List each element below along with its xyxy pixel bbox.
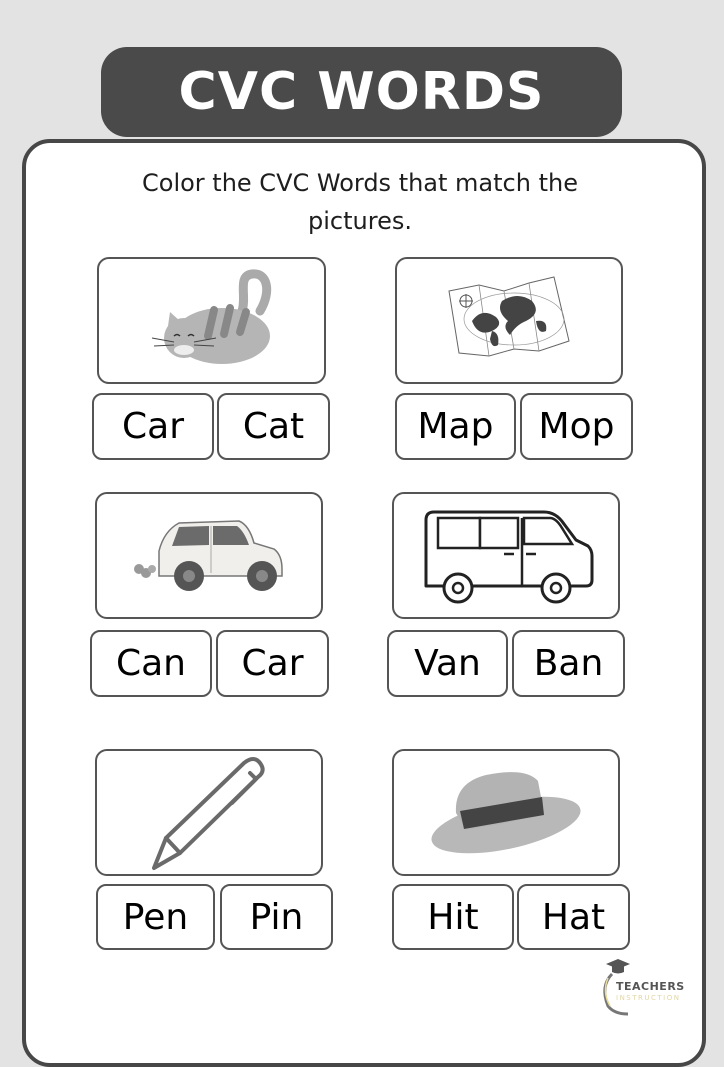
teachers-instruction-logo: TEACHERS INSTRUCTION xyxy=(598,956,698,1016)
word-option[interactable]: Ban xyxy=(512,630,625,697)
picture-cat xyxy=(97,257,326,384)
logo-line1: TEACHERS xyxy=(616,980,685,993)
page-title: CVC WORDS xyxy=(178,62,545,122)
car-icon xyxy=(134,519,283,591)
logo-line2: INSTRUCTION xyxy=(616,994,681,1002)
hat-icon xyxy=(431,771,581,853)
word-option[interactable]: Car xyxy=(92,393,214,460)
word-option[interactable]: Pen xyxy=(96,884,215,950)
picture-van xyxy=(392,492,620,619)
word-option[interactable]: Cat xyxy=(217,393,330,460)
instruction-text: Color the CVC Words that match the pictu… xyxy=(142,169,578,235)
title-banner: CVC WORDS xyxy=(101,47,622,137)
picture-hat xyxy=(392,749,620,876)
van-icon xyxy=(424,510,594,603)
picture-map xyxy=(395,257,623,384)
word-option[interactable]: Hat xyxy=(517,884,630,950)
picture-pen xyxy=(95,749,323,876)
word-option[interactable]: Hit xyxy=(392,884,514,950)
word-option[interactable]: Mop xyxy=(520,393,633,460)
word-option[interactable]: Map xyxy=(395,393,516,460)
picture-car xyxy=(95,492,323,619)
word-option[interactable]: Pin xyxy=(220,884,333,950)
word-option[interactable]: Car xyxy=(216,630,329,697)
word-option[interactable]: Can xyxy=(90,630,212,697)
pen-icon xyxy=(152,756,265,870)
cat-icon xyxy=(151,268,271,364)
map-icon xyxy=(448,275,570,357)
word-option[interactable]: Van xyxy=(387,630,508,697)
